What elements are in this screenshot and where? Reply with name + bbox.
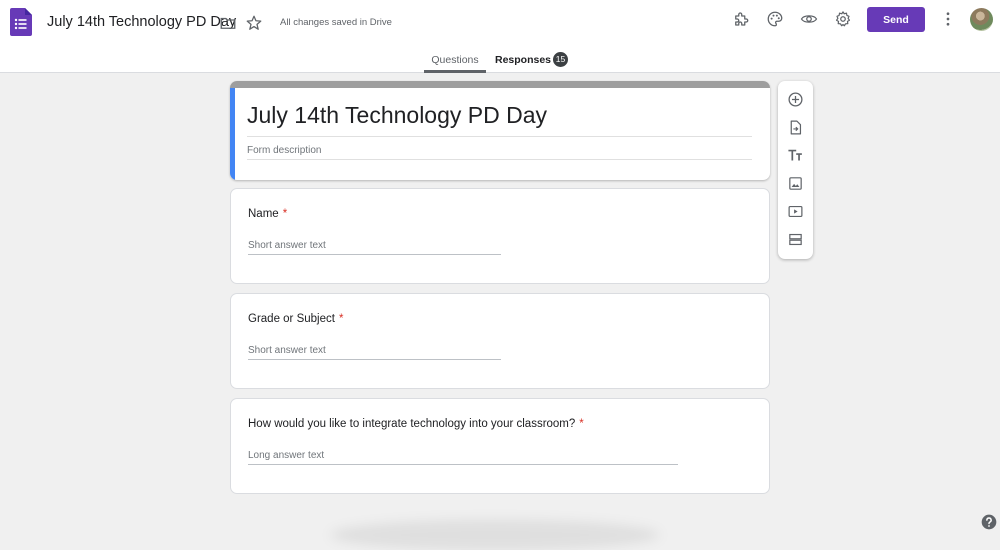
puzzle-icon[interactable] xyxy=(732,10,750,28)
question-card[interactable]: How would you like to integrate technolo… xyxy=(230,398,770,494)
gear-icon[interactable] xyxy=(834,10,852,28)
import-icon[interactable] xyxy=(787,119,804,136)
tab-bar: Questions Responses xyxy=(0,50,1000,73)
palette-icon[interactable] xyxy=(766,10,784,28)
required-mark: * xyxy=(282,208,288,220)
send-button[interactable]: Send xyxy=(867,7,925,32)
form-title[interactable]: July 14th Technology PD Day xyxy=(247,102,547,129)
question-card[interactable]: Grade or Subject * Short answer text xyxy=(230,293,770,389)
video-icon[interactable] xyxy=(787,203,804,220)
tab-responses[interactable]: Responses xyxy=(495,54,551,73)
description-underline xyxy=(247,159,752,160)
document-title[interactable]: July 14th Technology PD Day xyxy=(47,14,236,30)
title-underline xyxy=(247,136,752,137)
section-icon[interactable] xyxy=(787,231,804,248)
bottom-shadow xyxy=(330,520,660,550)
tab-questions[interactable]: Questions xyxy=(424,54,486,73)
avatar[interactable] xyxy=(970,8,993,31)
side-toolbar xyxy=(778,81,813,259)
title-icon[interactable] xyxy=(787,147,804,164)
question-title: How would you like to integrate technolo… xyxy=(248,418,584,430)
eye-icon[interactable] xyxy=(800,10,818,28)
focus-indicator xyxy=(230,88,235,180)
form-title-card[interactable]: July 14th Technology PD Day Form descrip… xyxy=(230,81,770,180)
answer-underline xyxy=(248,254,501,255)
long-answer-field: Long answer text xyxy=(248,450,325,461)
short-answer-field: Short answer text xyxy=(248,345,326,356)
image-icon[interactable] xyxy=(787,175,804,192)
form-description-input[interactable]: Form description xyxy=(247,145,321,156)
help-icon[interactable] xyxy=(981,514,997,530)
add-circle-icon[interactable] xyxy=(787,91,804,108)
save-status: All changes saved in Drive xyxy=(280,17,392,28)
required-mark: * xyxy=(579,418,584,430)
star-icon[interactable] xyxy=(245,14,263,32)
title-card-color-bar xyxy=(230,81,770,88)
answer-underline xyxy=(248,359,501,360)
question-title: Grade or Subject * xyxy=(248,313,344,325)
question-title: Name * xyxy=(248,208,288,220)
short-answer-field: Short answer text xyxy=(248,240,326,251)
answer-underline xyxy=(248,464,678,465)
question-card[interactable]: Name * Short answer text xyxy=(230,188,770,284)
folder-icon[interactable] xyxy=(219,14,237,32)
responses-count-badge: 15 xyxy=(553,52,568,67)
forms-icon[interactable] xyxy=(10,8,32,36)
more-vert-icon[interactable] xyxy=(939,10,957,28)
required-mark: * xyxy=(338,313,344,325)
